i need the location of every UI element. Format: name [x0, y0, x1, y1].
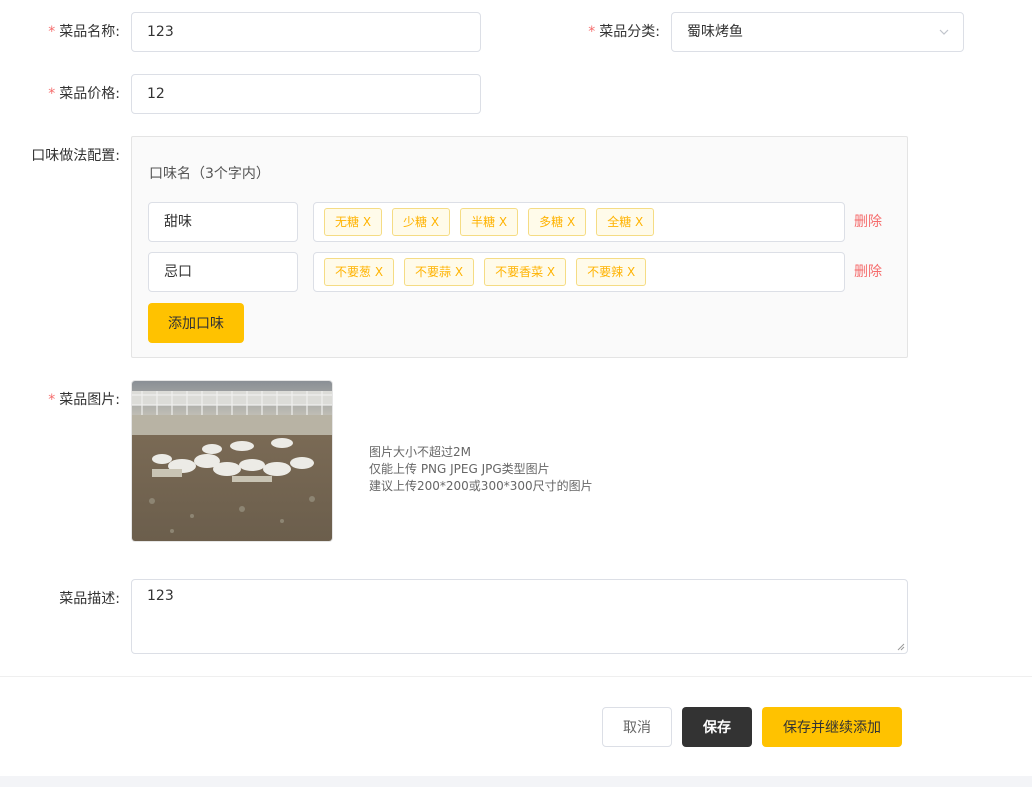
flavor-config-panel: 口味名（3个字内） 甜味 无糖 X 少糖 X 半糖 X 多糖 X 全糖 X 删除… [131, 136, 908, 358]
dish-category-select[interactable]: 蜀味烤鱼 [671, 12, 964, 52]
required-mark: * [48, 392, 56, 408]
image-hint-dimension: 建议上传200*200或300*300尺寸的图片 [369, 479, 593, 493]
footer-divider [0, 676, 1032, 677]
flavor-tag[interactable]: 不要辣 X [576, 258, 647, 286]
dish-photo-image [132, 381, 332, 541]
resize-handle-icon[interactable] [897, 643, 905, 651]
dish-category-label: * 菜品分类: [588, 24, 660, 40]
chevron-down-icon [939, 29, 949, 35]
dish-name-label: * 菜品名称: [48, 24, 120, 40]
flavor-tags-input[interactable]: 无糖 X 少糖 X 半糖 X 多糖 X 全糖 X [313, 202, 845, 242]
flavor-tag[interactable]: 少糖 X [392, 208, 451, 236]
flavor-tag[interactable]: 半糖 X [460, 208, 519, 236]
flavor-tag[interactable]: 无糖 X [324, 208, 383, 236]
dish-image-upload[interactable] [131, 380, 333, 542]
image-hint-type: 仅能上传 PNG JPEG JPG类型图片 [369, 462, 550, 476]
required-mark: * [588, 24, 596, 40]
required-mark: * [48, 24, 56, 40]
page-bottom-bar [0, 776, 1032, 787]
save-button[interactable]: 保存 [682, 707, 752, 747]
image-upload-hint: 图片大小不超过2M 仅能上传 PNG JPEG JPG类型图片 建议上传200*… [369, 444, 593, 495]
dish-price-label: * 菜品价格: [48, 86, 120, 102]
required-mark: * [48, 86, 56, 102]
cancel-button[interactable]: 取消 [602, 707, 672, 747]
dish-description-value: 123 [147, 588, 174, 604]
flavor-tag[interactable]: 不要香菜 X [484, 258, 567, 286]
add-flavor-button[interactable]: 添加口味 [148, 303, 244, 343]
image-hint-size: 图片大小不超过2M [369, 445, 471, 459]
dish-price-input[interactable]: 12 [131, 74, 481, 114]
flavor-name-input[interactable]: 忌口 [148, 252, 298, 292]
dish-category-value: 蜀味烤鱼 [687, 24, 743, 40]
dish-description-textarea[interactable]: 123 [131, 579, 908, 654]
flavor-tag[interactable]: 不要蒜 X [404, 258, 475, 286]
dish-description-label: 菜品描述: [59, 591, 120, 607]
flavor-name-input[interactable]: 甜味 [148, 202, 298, 242]
flavor-name-caption: 口味名（3个字内） [149, 166, 270, 182]
dish-name-input[interactable]: 123 [131, 12, 481, 52]
save-and-continue-button[interactable]: 保存并继续添加 [762, 707, 902, 747]
flavor-config-label: 口味做法配置: [31, 148, 120, 164]
flavor-tag[interactable]: 不要葱 X [324, 258, 395, 286]
flavor-tag[interactable]: 多糖 X [528, 208, 587, 236]
delete-flavor-button[interactable]: 删除 [854, 202, 882, 242]
dish-form-page: * 菜品名称: 123 * 菜品分类: 蜀味烤鱼 * 菜品价格: 12 口味做法配置:… [0, 0, 1032, 787]
dish-image-label: * 菜品图片: [48, 392, 120, 408]
flavor-tag[interactable]: 全糖 X [596, 208, 655, 236]
delete-flavor-button[interactable]: 删除 [854, 252, 882, 292]
flavor-tags-input[interactable]: 不要葱 X 不要蒜 X 不要香菜 X 不要辣 X [313, 252, 845, 292]
